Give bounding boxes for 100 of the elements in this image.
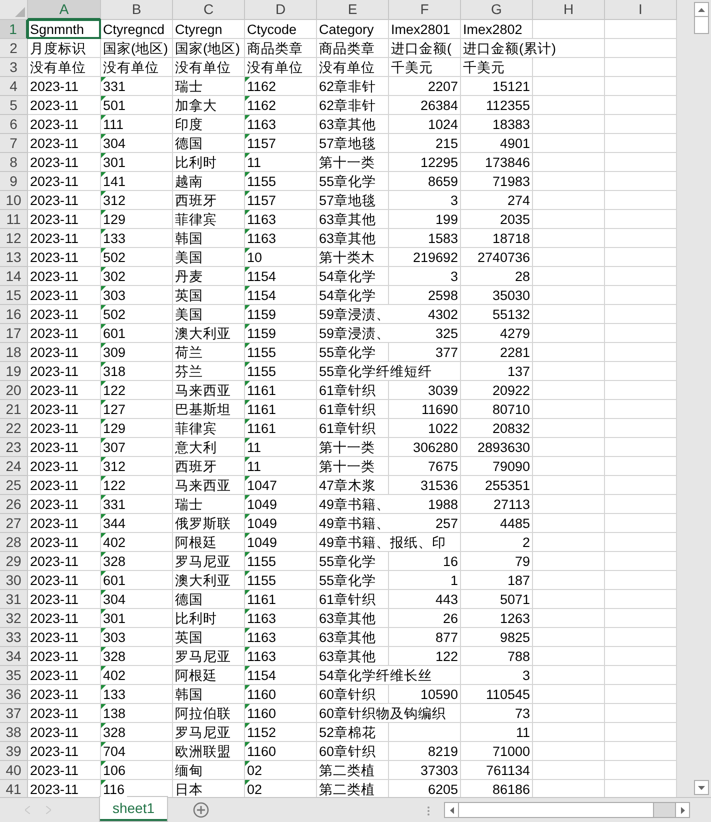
table-cell: 52章棉花 (317, 723, 378, 741)
table-cell: 澳大利亚 (173, 324, 233, 342)
table-cell: 第十一类 (317, 153, 377, 171)
table-cell: 60章针织 (317, 685, 378, 703)
row-header[interactable]: 24 (0, 457, 28, 476)
select-all-icon[interactable] (15, 7, 25, 17)
column-header[interactable]: I (605, 0, 677, 20)
row-header[interactable]: 23 (0, 438, 28, 457)
table-cell: 63章其他 (317, 609, 378, 627)
table-cell: 马来西亚 (173, 476, 233, 494)
table-cell: 进口金额( (389, 39, 454, 57)
row-header[interactable]: 26 (0, 495, 28, 514)
table-cell: 芬兰 (173, 362, 205, 380)
row-header[interactable]: 28 (0, 533, 28, 552)
scroll-up-button[interactable] (694, 2, 708, 17)
table-cell: 57章地毯 (317, 134, 378, 152)
column-header[interactable]: B (101, 0, 173, 20)
table-cell: 61章针织 (317, 381, 378, 399)
table-cell: 第十类木 (317, 248, 377, 266)
table-cell: 阿拉伯联 (173, 704, 233, 722)
table-cell: 俄罗斯联 (173, 514, 233, 532)
row-header[interactable]: 6 (0, 115, 28, 134)
column-header[interactable]: E (317, 0, 389, 20)
row-header[interactable]: 10 (0, 191, 28, 210)
table-cell: 欧洲联盟 (173, 742, 233, 760)
row-header[interactable]: 32 (0, 609, 28, 628)
row-header[interactable]: 1 (0, 20, 28, 39)
row-header[interactable]: 9 (0, 172, 28, 191)
table-cell: 没有单位 (173, 58, 233, 76)
row-header[interactable]: 25 (0, 476, 28, 495)
column-header[interactable]: A (28, 0, 101, 20)
row-header[interactable]: 34 (0, 647, 28, 666)
table-cell: 国家(地区) (101, 39, 170, 57)
table-cell: 西班牙 (173, 191, 219, 209)
table-cell: 月度标识 (28, 39, 88, 57)
column-header[interactable]: G (461, 0, 533, 20)
add-sheet-icon[interactable] (193, 802, 209, 818)
row-header[interactable]: 31 (0, 590, 28, 609)
row-header[interactable]: 21 (0, 400, 28, 419)
row-header[interactable]: 19 (0, 362, 28, 381)
table-cell: 巴基斯坦 (173, 400, 233, 418)
table-cell: 55章化学纤维短纤 (317, 362, 434, 380)
table-cell: 63章其他 (317, 229, 378, 247)
table-cell: 千美元 (461, 58, 507, 76)
row-header[interactable]: 14 (0, 267, 28, 286)
table-cell: 比利时 (173, 153, 219, 171)
row-header[interactable]: 16 (0, 305, 28, 324)
horizontal-scrollbar[interactable] (444, 802, 690, 818)
row-header[interactable]: 35 (0, 666, 28, 685)
table-cell: 印度 (173, 115, 205, 133)
table-cell: 63章其他 (317, 647, 378, 665)
row-header[interactable]: 37 (0, 704, 28, 723)
row-header[interactable]: 7 (0, 134, 28, 153)
table-cell: 商品类章 (317, 39, 377, 57)
table-cell: 阿根廷 (173, 533, 219, 551)
table-cell: 瑞士 (173, 495, 205, 513)
row-header[interactable]: 33 (0, 628, 28, 647)
table-cell: 没有单位 (101, 58, 161, 76)
row-header[interactable]: 8 (0, 153, 28, 172)
row-header[interactable]: 11 (0, 210, 28, 229)
row-header[interactable]: 18 (0, 343, 28, 362)
column-header[interactable]: D (245, 0, 317, 20)
table-cell: 没有单位 (245, 58, 305, 76)
more-options-icon[interactable] (427, 806, 430, 816)
table-cell: 62章非针 (317, 96, 378, 114)
row-header[interactable]: 2 (0, 39, 28, 58)
row-header[interactable]: 22 (0, 419, 28, 438)
row-header[interactable]: 27 (0, 514, 28, 533)
column-header[interactable]: H (533, 0, 605, 20)
row-header[interactable]: 36 (0, 685, 28, 704)
row-header[interactable]: 40 (0, 761, 28, 780)
row-header[interactable]: 39 (0, 742, 28, 761)
table-cell: 63章其他 (317, 115, 378, 133)
table-cell: 第二类植 (317, 761, 377, 779)
row-header[interactable]: 17 (0, 324, 28, 343)
table-cell: 没有单位 (28, 58, 88, 76)
row-header[interactable]: 30 (0, 571, 28, 590)
table-cell: 马来西亚 (173, 381, 233, 399)
scroll-down-button[interactable] (694, 780, 708, 795)
previous-sheet-icon[interactable] (25, 806, 30, 814)
column-header[interactable]: C (173, 0, 245, 20)
row-header[interactable]: 15 (0, 286, 28, 305)
vertical-scrollbar[interactable] (691, 0, 711, 797)
row-header[interactable]: 20 (0, 381, 28, 400)
table-cell: 瑞士 (173, 77, 205, 95)
column-header[interactable]: F (389, 0, 461, 20)
row-header[interactable]: 13 (0, 248, 28, 267)
table-cell: 61章针织 (317, 419, 378, 437)
scroll-thumb[interactable] (694, 17, 708, 34)
row-header[interactable]: 3 (0, 58, 28, 77)
sheet-tab[interactable]: sheet1 (100, 797, 167, 821)
table-cell: 菲律宾 (173, 419, 219, 437)
scroll-thumb[interactable] (459, 803, 654, 817)
row-header[interactable]: 38 (0, 723, 28, 742)
table-cell: 第二类植 (317, 780, 377, 797)
next-sheet-icon[interactable] (46, 806, 51, 814)
row-header[interactable]: 12 (0, 229, 28, 248)
row-header[interactable]: 4 (0, 77, 28, 96)
row-header[interactable]: 29 (0, 552, 28, 571)
row-header[interactable]: 5 (0, 96, 28, 115)
